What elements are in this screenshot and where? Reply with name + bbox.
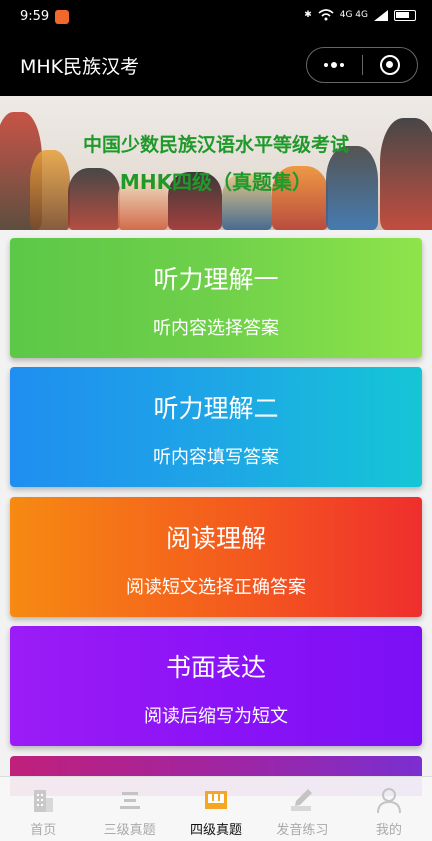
tab-label: 发音练习 xyxy=(276,823,329,838)
status-indicators: ✱ 4G 4G xyxy=(304,9,416,21)
more-icon xyxy=(324,62,345,68)
card-subtitle: 阅读短文选择正确答案 xyxy=(126,577,306,598)
banner-title: 中国少数民族汉语水平等级考试 xyxy=(82,134,349,156)
banner-subtitle: MHK四级（真题集） xyxy=(119,170,313,194)
page-title: MHK民族汉考 xyxy=(20,56,140,78)
card-subtitle: 阅读后缩写为短文 xyxy=(144,706,288,727)
status-bar: 9:59 ✱ 4G 4G xyxy=(0,0,432,34)
battery-icon xyxy=(394,9,416,21)
three-icon xyxy=(119,792,140,809)
network-label: 4G 4G xyxy=(339,10,368,20)
card-writing[interactable]: 书面表达 阅读后缩写为短文 xyxy=(10,626,422,746)
tab-profile[interactable]: 我的 xyxy=(346,777,432,841)
bluetooth-icon: ✱ xyxy=(304,10,312,20)
user-icon xyxy=(376,788,401,814)
card-listening-2[interactable]: 听力理解二 听内容填写答案 xyxy=(10,367,422,487)
target-icon xyxy=(379,55,400,75)
card-title: 听力理解一 xyxy=(153,265,279,294)
card-subtitle: 听内容填写答案 xyxy=(153,447,279,468)
tab-home[interactable]: 首页 xyxy=(0,777,86,841)
tab-level-3[interactable]: 三级真题 xyxy=(86,777,172,841)
banner: 中国少数民族汉语水平等级考试 MHK四级（真题集） xyxy=(0,96,432,230)
tab-label: 首页 xyxy=(30,823,57,838)
more-button[interactable] xyxy=(307,48,362,82)
card-title: 听力理解二 xyxy=(153,394,279,423)
tab-bar: 首页 三级真题 四级真题 发音练习 我的 xyxy=(0,776,432,841)
signal-icon xyxy=(374,9,388,21)
app-notification-icon xyxy=(55,10,69,24)
four-icon xyxy=(205,791,228,809)
card-title: 阅读理解 xyxy=(165,524,266,553)
tab-level-4[interactable]: 四级真题 xyxy=(173,777,259,841)
tab-label: 三级真题 xyxy=(103,823,156,838)
card-title: 书面表达 xyxy=(165,653,266,682)
nav-bar: MHK民族汉考 xyxy=(0,34,432,96)
status-time: 9:59 xyxy=(20,9,50,24)
card-reading[interactable]: 阅读理解 阅读短文选择正确答案 xyxy=(10,497,422,617)
card-listening-1[interactable]: 听力理解一 听内容选择答案 xyxy=(10,238,422,358)
tab-pronunciation[interactable]: 发音练习 xyxy=(259,777,345,841)
pen-icon xyxy=(291,789,313,811)
building-icon xyxy=(34,790,54,812)
close-mini-program-button[interactable] xyxy=(363,48,418,82)
mini-program-capsule xyxy=(306,47,418,83)
wifi-icon xyxy=(318,9,334,21)
tab-label: 四级真题 xyxy=(190,823,243,838)
tab-label: 我的 xyxy=(375,823,402,838)
card-subtitle: 听内容选择答案 xyxy=(153,318,279,339)
